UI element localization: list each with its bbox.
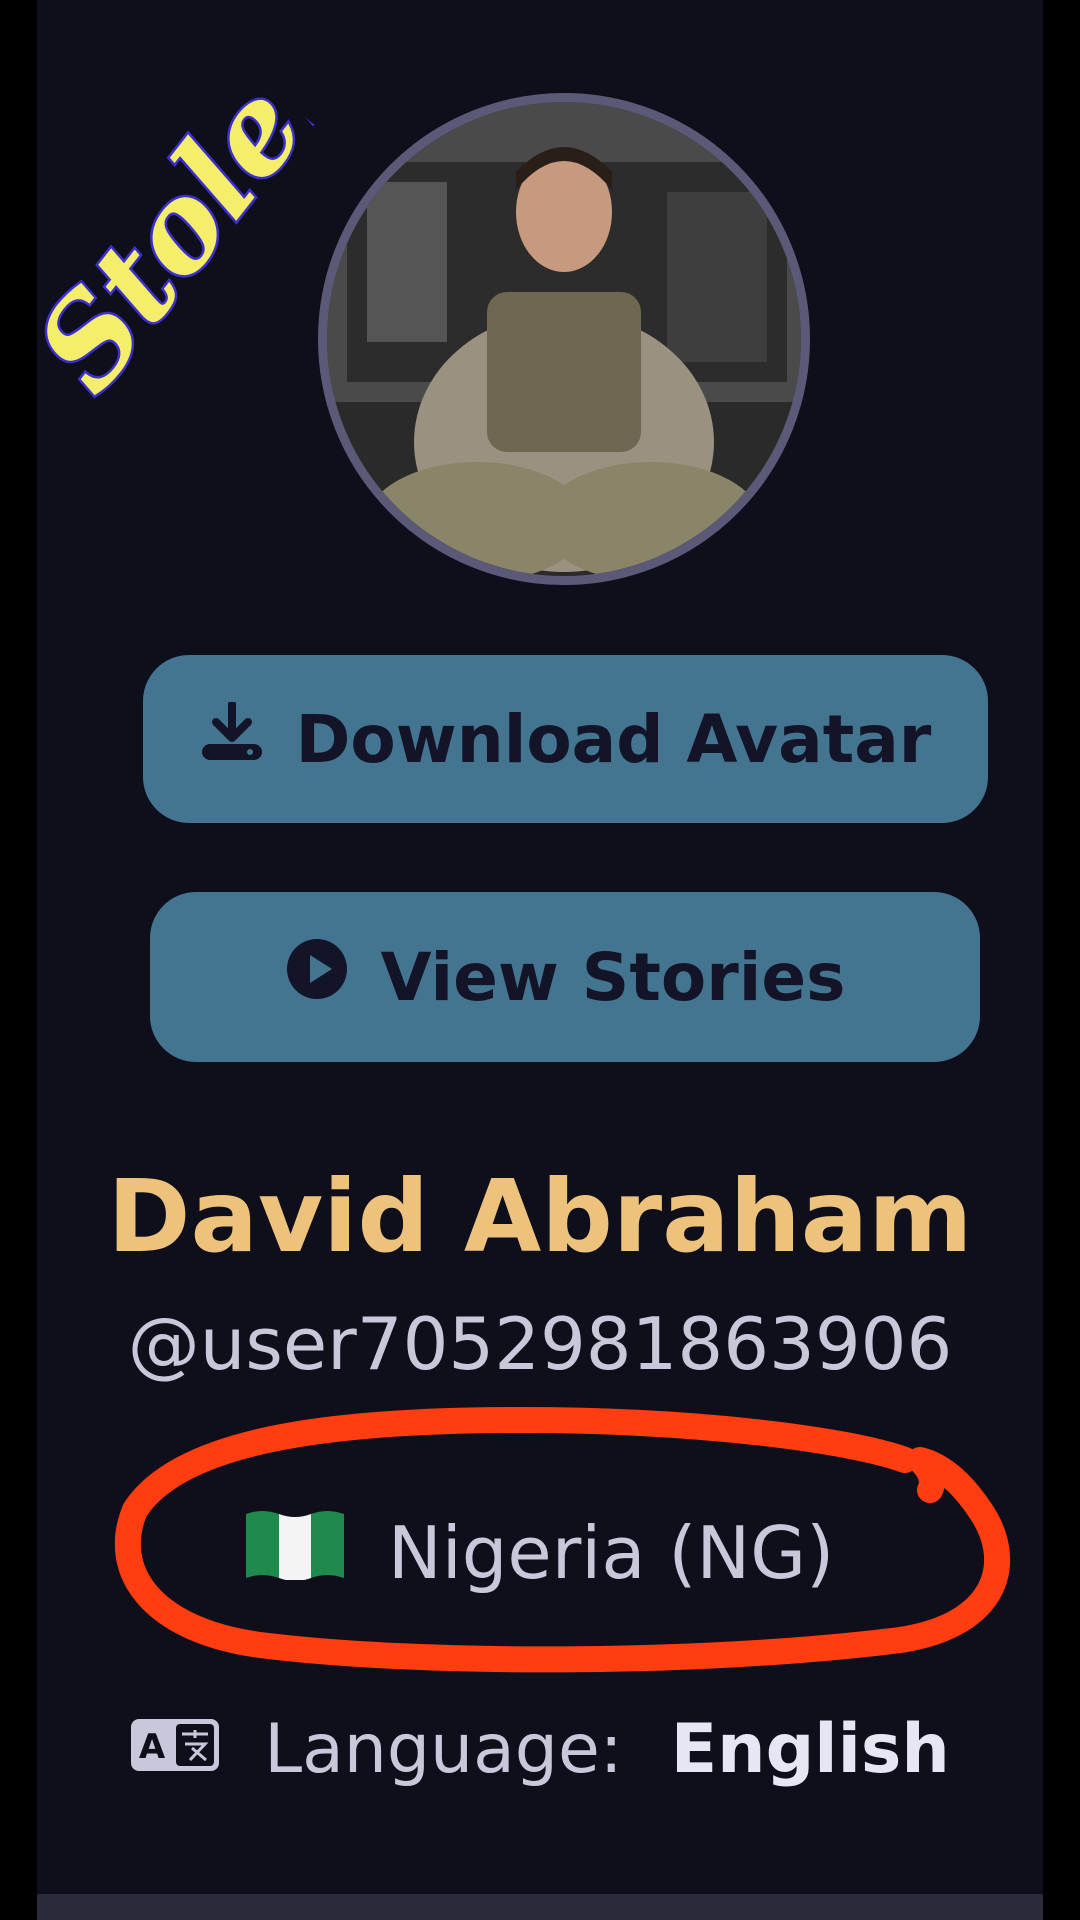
language-label: Language:: [264, 1710, 623, 1789]
download-avatar-label: Download Avatar: [295, 700, 932, 778]
profile-handle: @user7052981863906: [127, 1302, 953, 1386]
view-stories-button[interactable]: View Stories: [150, 892, 980, 1062]
avatar[interactable]: [318, 93, 810, 585]
view-stories-label: View Stories: [380, 938, 846, 1016]
translate-icon: A: [130, 1710, 220, 1789]
country-label: Nigeria (NG): [387, 1510, 835, 1595]
bottom-bar: [37, 1894, 1043, 1920]
download-icon: [200, 699, 264, 778]
svg-text:A: A: [139, 1727, 166, 1767]
nigeria-flag-icon: [245, 1508, 344, 1597]
language-row: A Language: English: [37, 1710, 1043, 1789]
country-row: Nigeria (NG): [37, 1508, 1043, 1597]
download-avatar-button[interactable]: Download Avatar: [143, 655, 988, 823]
avatar-photo: [327, 102, 801, 576]
play-circle-icon: [285, 937, 349, 1017]
language-value: English: [670, 1710, 950, 1789]
profile-name: David Abraham: [107, 1158, 973, 1275]
